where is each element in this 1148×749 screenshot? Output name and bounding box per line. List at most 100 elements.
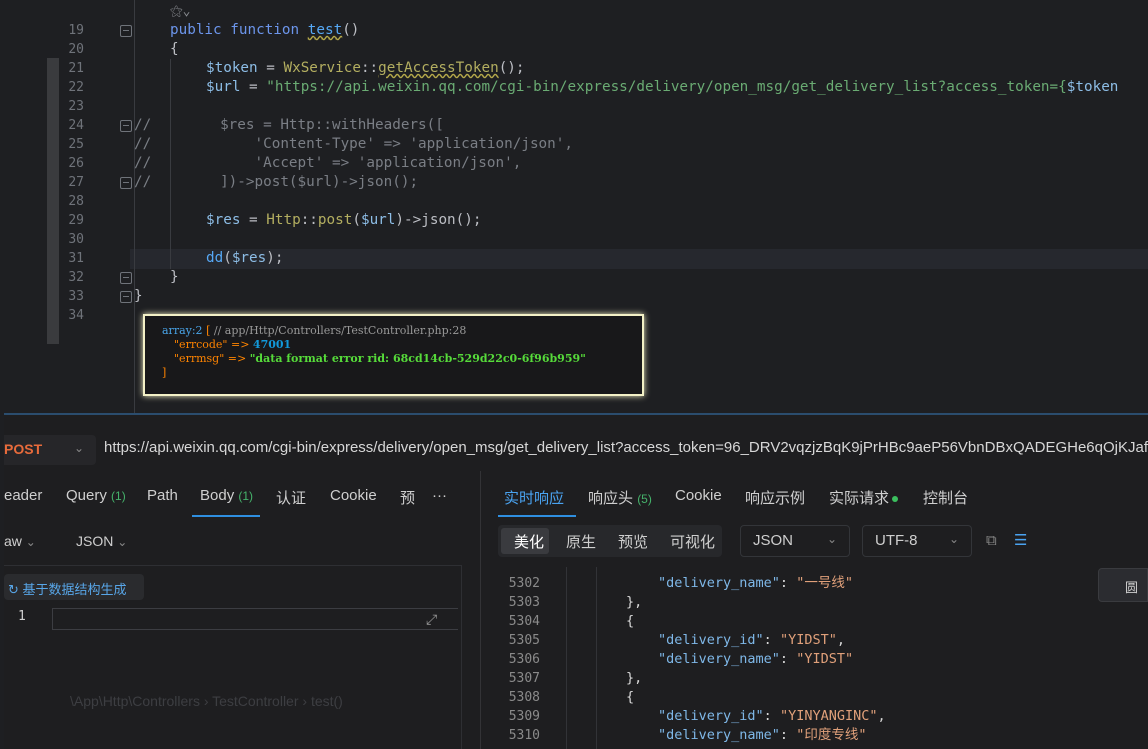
variable: $token [206, 60, 258, 76]
tab-path[interactable]: Path [147, 487, 178, 504]
body-type-select[interactable]: aw ⌄ [4, 533, 36, 549]
punctuation: (); [498, 60, 525, 76]
line-number: 5308 [508, 690, 540, 705]
format-select[interactable]: JSON ⌄ [740, 525, 850, 557]
request-tabs: eader Query (1) Path Body (1) 认证 Cookie … [4, 479, 474, 517]
active-tab-indicator [192, 515, 260, 517]
code-line-26: // 'Accept' => 'application/json', [134, 155, 522, 171]
json-response-view[interactable]: 5302 5303 5304 5305 5306 5307 5308 5309 … [498, 567, 1148, 749]
view-mode-segmented: 美化 原生 预览 可视化 [498, 525, 722, 557]
view-preview[interactable]: 预览 [618, 531, 648, 552]
tab-body[interactable]: Body (1) [200, 487, 253, 504]
generate-from-schema-button[interactable]: ↻ 基于数据结构生成 [4, 574, 144, 600]
fold-toggle-icon[interactable] [120, 291, 132, 303]
line-number: 19 [68, 23, 84, 38]
fold-toggle-icon[interactable] [120, 120, 132, 132]
json-sep: , [836, 632, 845, 648]
tab-console[interactable]: 控制台 [923, 487, 968, 508]
more-tabs-icon[interactable]: ··· [432, 487, 447, 504]
tab-header[interactable]: eader [4, 487, 42, 504]
line-number: 26 [68, 156, 84, 171]
pane-divider[interactable] [480, 471, 481, 749]
tab-response-example[interactable]: 响应示例 [745, 487, 805, 508]
dump-row: "errmsg" => "data format error rid: 68cd… [162, 352, 642, 366]
code-line-32: } [170, 269, 179, 285]
api-client-panel: POST ⌄ https://api.weixin.qq.com/cgi-bin… [4, 413, 1148, 749]
line-number: 31 [68, 251, 84, 266]
operator: :: [300, 212, 318, 228]
side-floating-tab[interactable]: 圆 [1098, 568, 1148, 602]
view-raw[interactable]: 原生 [566, 531, 596, 552]
function-name: dd [206, 250, 224, 266]
tab-label: eader [4, 487, 43, 504]
json-key: "delivery_name" [658, 727, 780, 743]
wrap-lines-icon[interactable]: ☰ [1014, 531, 1027, 549]
view-visualize[interactable]: 可视化 [670, 531, 715, 552]
expand-icon[interactable]: ⤢ [426, 612, 437, 628]
tab-pre[interactable]: 预 [400, 487, 415, 508]
punctuation: ); [266, 250, 284, 266]
tab-live-response[interactable]: 实时响应 [504, 487, 564, 508]
json-sep: , [877, 708, 886, 724]
code-line-22: $url = "https://api.weixin.qq.com/cgi-bi… [206, 78, 1118, 97]
json-line: "delivery_id": "YINYANGINC", [658, 707, 886, 726]
php-inspection-icon[interactable]: ⚝⌄ [170, 4, 190, 19]
tab-response-headers[interactable]: 响应头 (5) [588, 487, 652, 508]
encoding-label: UTF-8 [875, 532, 918, 549]
class-name: Http [266, 212, 301, 228]
code-line-31: dd($res); [206, 249, 283, 268]
dump-row: "errcode" => 47001 [162, 338, 642, 352]
tab-auth[interactable]: 认证 [276, 487, 306, 508]
json-key: "delivery_name" [658, 575, 780, 591]
variable: $token [1066, 79, 1119, 95]
dump-footer: ] [162, 366, 642, 380]
tab-label: Query [66, 487, 107, 504]
json-sep: : [779, 651, 797, 667]
line-number: 32 [68, 270, 84, 285]
tab-cookie[interactable]: Cookie [330, 487, 377, 504]
url-input[interactable]: https://api.weixin.qq.com/cgi-bin/expres… [104, 439, 1148, 456]
method-name: getAccessToken [378, 60, 499, 76]
keyword: function [230, 22, 300, 38]
generate-button-label: 基于数据结构生成 [22, 582, 127, 597]
tab-count: (1) [111, 489, 126, 503]
editor-scroll-marker [47, 58, 59, 344]
line-number: 5310 [508, 728, 540, 743]
code-line-29: $res = Http::post($url)->json(); [206, 211, 481, 230]
method-select[interactable]: POST ⌄ [4, 435, 96, 465]
body-input[interactable] [52, 608, 458, 630]
dump-key: "errcode" [174, 338, 228, 351]
json-value: "一号线" [796, 575, 853, 591]
line-number: 5306 [508, 652, 540, 667]
line-number: 20 [68, 42, 84, 57]
json-key: "delivery_id" [658, 632, 764, 648]
copy-icon[interactable]: ⧉ [986, 531, 997, 549]
line-number: 25 [68, 137, 84, 152]
json-line: "delivery_name": "一号线" [658, 574, 853, 593]
operator: :: [360, 60, 379, 76]
tab-query[interactable]: Query (1) [66, 487, 126, 504]
json-key: "delivery_name" [658, 651, 780, 667]
line-number: 27 [68, 175, 84, 190]
line-number: 22 [68, 80, 84, 95]
tab-actual-request[interactable]: 实际请求 [829, 487, 899, 508]
fold-toggle-icon[interactable] [120, 25, 132, 37]
code-line-33: } [134, 288, 143, 304]
chevron-down-icon: ⌄ [948, 532, 959, 546]
fold-toggle-icon[interactable] [120, 177, 132, 189]
request-url-bar: POST ⌄ https://api.weixin.qq.com/cgi-bin… [4, 427, 1148, 471]
body-format-select[interactable]: JSON ⌄ [76, 533, 127, 549]
tab-count: (5) [637, 492, 652, 506]
json-key: "delivery_id" [658, 708, 764, 724]
dump-header: array:2 [ // app/Http/Controllers/TestCo… [162, 324, 642, 338]
line-number: 30 [68, 232, 84, 247]
fold-toggle-icon[interactable] [120, 272, 132, 284]
string-literal: "https://api.weixin.qq.com/cgi-bin/expre… [266, 79, 1067, 95]
tab-label: Cookie [330, 487, 377, 504]
json-value: "YINYANGINC" [779, 708, 878, 724]
encoding-select[interactable]: UTF-8 ⌄ [862, 525, 972, 557]
line-number: 28 [68, 194, 84, 209]
json-value: "YIDST" [796, 651, 854, 667]
view-pretty[interactable]: 美化 [514, 531, 544, 552]
tab-response-cookie[interactable]: Cookie [675, 487, 722, 504]
